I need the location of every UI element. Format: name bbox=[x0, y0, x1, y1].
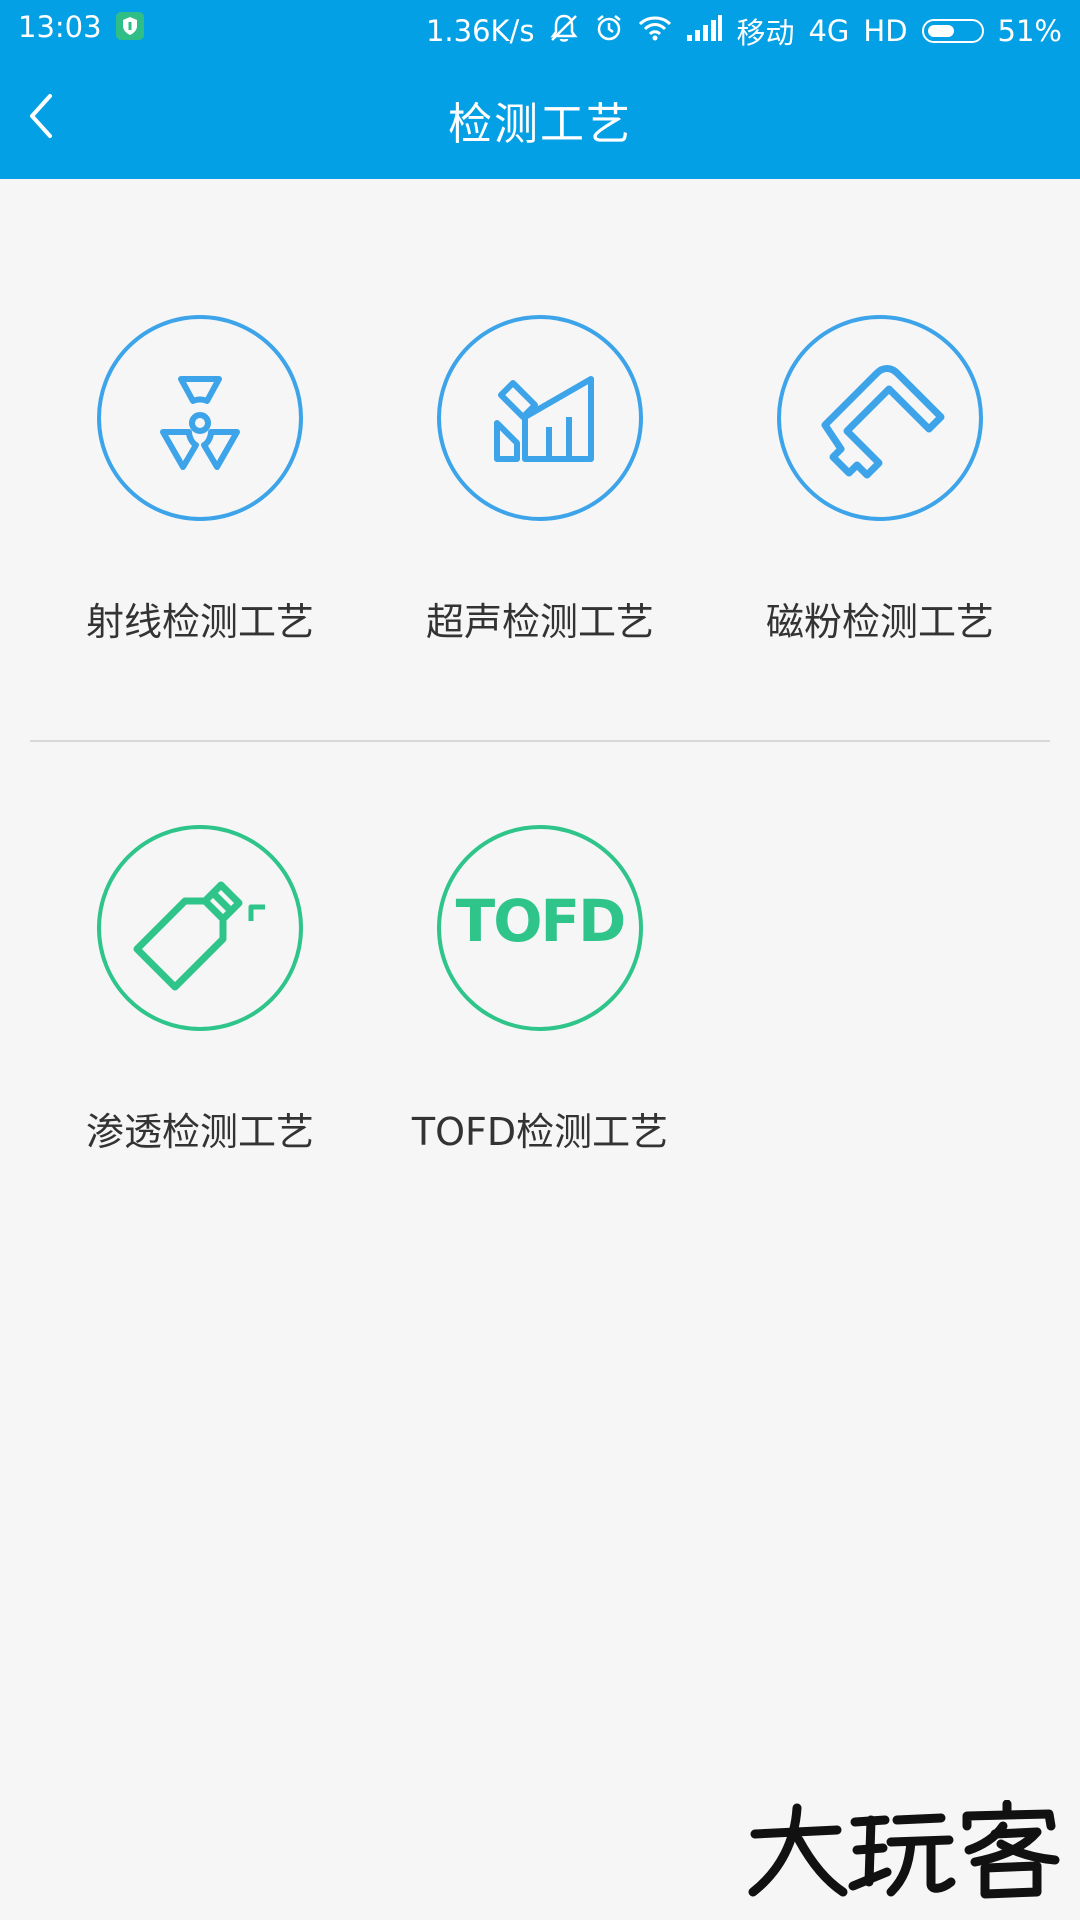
grid-item-penetrant[interactable]: 渗透检测工艺 bbox=[50, 825, 350, 1156]
grid-item-ultrasonic[interactable]: 超声检测工艺 bbox=[390, 315, 690, 646]
wifi-icon bbox=[638, 14, 672, 49]
ultrasonic-icon bbox=[437, 315, 643, 521]
tofd-icon: TOFD bbox=[437, 825, 643, 1031]
battery-icon bbox=[921, 19, 984, 43]
radiation-icon bbox=[97, 315, 303, 521]
grid-item-label: 磁粉检测工艺 bbox=[765, 600, 994, 644]
network-type: 4G bbox=[808, 14, 850, 48]
battery-percent: 51% bbox=[997, 14, 1062, 48]
network-speed: 1.36K/s bbox=[425, 14, 535, 48]
status-right-group: 1.36K/s 移动 4G HD 51% bbox=[426, 10, 1062, 52]
nav-bar: 检测工艺 bbox=[0, 56, 1080, 179]
top-bar: 13:03 1.36K/s 移动 4G HD 51% 检测工艺 bbox=[0, 0, 1080, 179]
alarm-icon bbox=[594, 13, 624, 50]
section-divider bbox=[30, 740, 1050, 742]
page-title: 检测工艺 bbox=[448, 99, 632, 150]
tofd-icon-text: TOFD bbox=[455, 887, 627, 955]
grid-item-magnetic[interactable]: 磁粉检测工艺 bbox=[730, 315, 1030, 646]
security-shield-icon bbox=[116, 12, 144, 40]
hd-badge: HD bbox=[863, 14, 908, 48]
grid-item-tofd[interactable]: TOFD TOFD检测工艺 bbox=[390, 825, 690, 1156]
magnetic-yoke-icon bbox=[777, 315, 983, 521]
status-time: 13:03 bbox=[18, 10, 102, 44]
grid-item-radiography[interactable]: 射线检测工艺 bbox=[50, 315, 350, 646]
carrier-name: 移动 bbox=[736, 16, 795, 50]
grid-item-label: TOFD检测工艺 bbox=[411, 1110, 669, 1154]
grid-item-label: 渗透检测工艺 bbox=[85, 1110, 314, 1154]
grid-item-label: 射线检测工艺 bbox=[85, 600, 314, 644]
status-bar: 13:03 1.36K/s 移动 4G HD 51% bbox=[0, 0, 1080, 56]
signal-icon bbox=[686, 14, 723, 48]
battery-fill bbox=[927, 25, 954, 37]
spray-bottle-icon bbox=[97, 825, 303, 1031]
grid-item-label: 超声检测工艺 bbox=[425, 600, 654, 644]
mute-icon bbox=[548, 13, 580, 50]
watermark-logo bbox=[745, 1799, 1065, 1900]
